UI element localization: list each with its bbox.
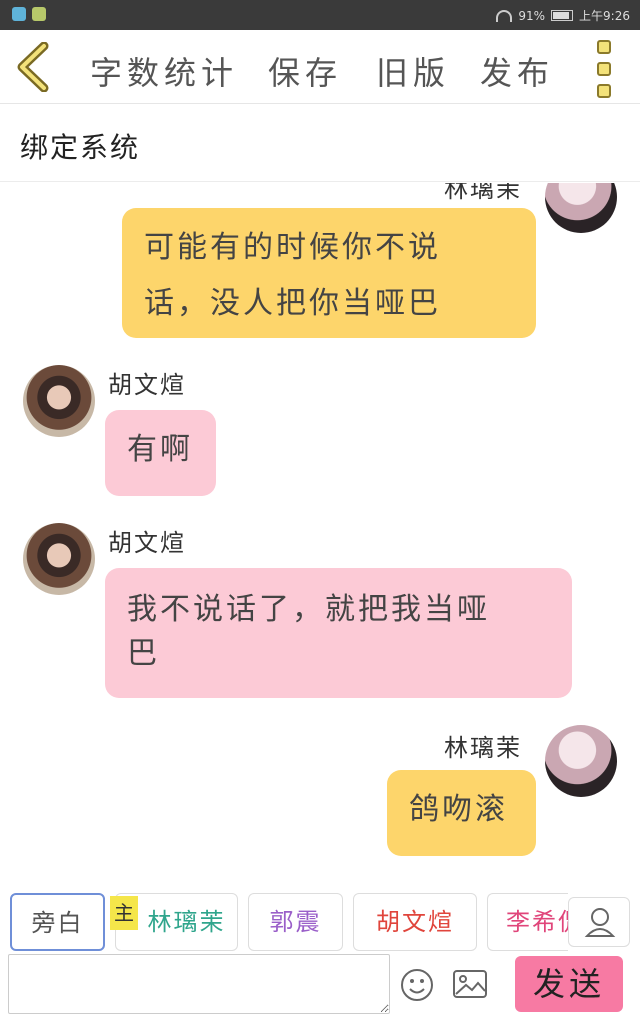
smiley-icon xyxy=(401,969,433,1001)
message-text: 话，没人把你当哑巴 xyxy=(144,286,441,321)
avatar[interactable] xyxy=(23,365,95,437)
message-text: 我不说话了，就把我当哑 xyxy=(127,592,490,627)
role-hu-wenxuan[interactable]: 胡文煊 xyxy=(353,893,477,951)
message-input[interactable] xyxy=(8,954,390,1014)
save-button[interactable]: 保存 xyxy=(268,48,342,94)
avatar[interactable] xyxy=(545,725,617,797)
battery-percent: 91% xyxy=(518,8,546,23)
role-guo-zhen[interactable]: 郭震 xyxy=(248,893,343,951)
role-narrator[interactable]: 旁白 xyxy=(10,893,105,951)
message-text: 巴 xyxy=(127,636,160,671)
sender-name: 胡文煊 xyxy=(108,529,186,557)
chat-area[interactable]: 林璃茉 可能有的时候你不说 话，没人把你当哑巴 胡文煊 有啊 胡文煊 我不说话了… xyxy=(0,183,640,873)
sender-name: 林璃茉 xyxy=(444,734,522,762)
status-bar: 91% 上午9:26 xyxy=(0,0,640,30)
user-icon xyxy=(584,908,616,937)
main-character-tag: 主 xyxy=(110,896,138,930)
message-bubble[interactable]: 可能有的时候你不说 话，没人把你当哑巴 xyxy=(122,208,536,338)
compose-bar: 发送 xyxy=(0,952,640,1024)
story-title: 绑定系统 xyxy=(20,131,141,164)
sender-name: 胡文煊 xyxy=(108,371,186,399)
wifi-icon xyxy=(496,9,513,22)
send-button[interactable]: 发送 xyxy=(515,956,623,1012)
story-title-row[interactable]: 绑定系统 xyxy=(0,104,640,182)
publish-button[interactable]: 发布 xyxy=(480,48,554,94)
emoji-button[interactable] xyxy=(400,968,434,1002)
message-bubble[interactable]: 有啊 xyxy=(105,410,216,496)
more-menu-button[interactable] xyxy=(597,40,613,98)
word-count-button[interactable]: 字数统计 xyxy=(90,48,238,94)
message-text: 可能有的时候你不说 xyxy=(144,230,441,265)
notification-icons xyxy=(12,7,46,21)
old-version-button[interactable]: 旧版 xyxy=(376,48,450,94)
message-bubble[interactable]: 鸽吻滚 xyxy=(387,770,536,856)
message-text: 有啊 xyxy=(127,432,193,467)
role-selector: 旁白 林璃茉 郭震 胡文煊 李希侃 xyxy=(0,880,640,952)
clock: 上午9:26 xyxy=(579,9,630,23)
battery-icon xyxy=(551,10,574,21)
shield-app-icon xyxy=(12,7,26,21)
insert-image-button[interactable] xyxy=(452,968,488,1000)
top-toolbar: 字数统计 保存 旧版 发布 xyxy=(0,30,640,104)
app-notification-icon xyxy=(32,7,46,21)
chevron-left-icon xyxy=(17,41,49,93)
avatar[interactable] xyxy=(545,183,617,233)
message-bubble[interactable]: 我不说话了，就把我当哑 巴 xyxy=(105,568,572,698)
message-text: 鸽吻滚 xyxy=(409,792,508,827)
back-button[interactable] xyxy=(14,41,54,93)
status-right: 91% 上午9:26 xyxy=(496,7,630,24)
role-li-xikan[interactable]: 李希侃 xyxy=(487,893,568,951)
more-vertical-icon xyxy=(597,40,611,54)
avatar[interactable] xyxy=(23,523,95,595)
sender-name: 林璃茉 xyxy=(444,183,522,203)
character-settings-button[interactable] xyxy=(568,897,630,947)
image-icon xyxy=(453,970,487,998)
